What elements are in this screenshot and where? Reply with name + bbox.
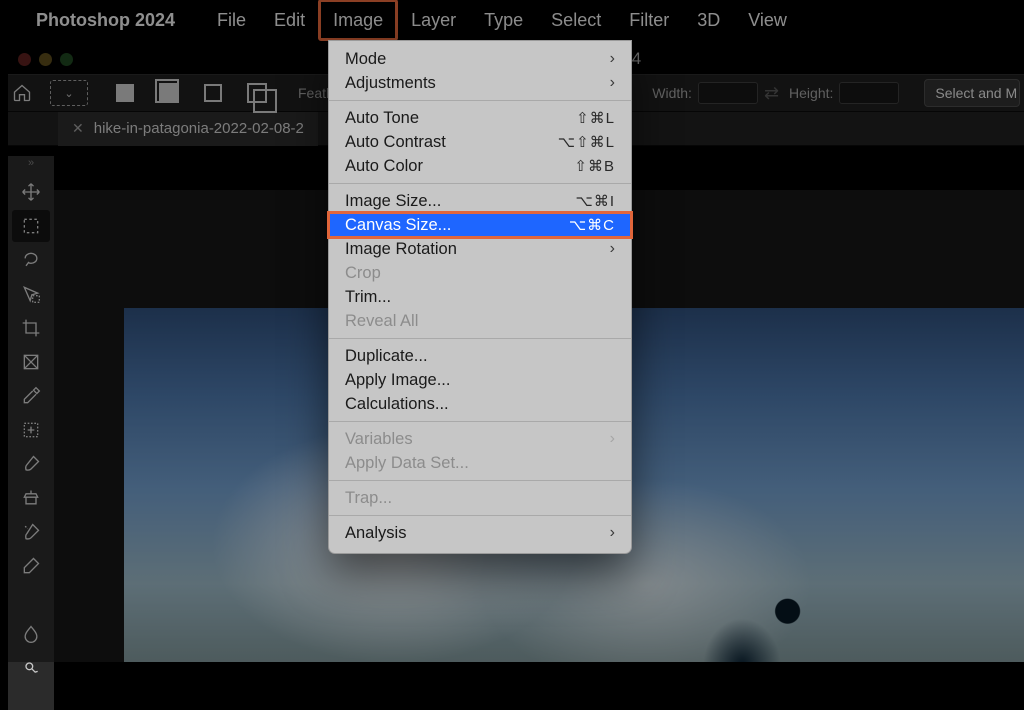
menu-separator [329, 421, 631, 422]
menu-separator [329, 100, 631, 101]
mac-menu-filter[interactable]: Filter [615, 0, 683, 40]
menu-separator [329, 338, 631, 339]
menu-item-auto-color[interactable]: Auto Color ⇧⌘B [329, 154, 631, 178]
width-label: Width: [652, 85, 692, 101]
eraser-tool[interactable] [12, 550, 50, 582]
menu-item-label: Mode [345, 50, 386, 69]
eyedropper-tool[interactable] [12, 380, 50, 412]
menu-item-trim[interactable]: Trim... [329, 285, 631, 309]
mac-menu-edit[interactable]: Edit [260, 0, 319, 40]
menu-item-auto-tone[interactable]: Auto Tone ⇧⌘L [329, 106, 631, 130]
menu-item-label: Crop [345, 264, 381, 283]
menu-item-label: Variables [345, 430, 413, 449]
document-tab[interactable]: ✕ hike-in-patagonia-2022-02-08-2 [58, 112, 318, 146]
select-and-mask-button[interactable]: Select and M [924, 79, 1020, 107]
menu-item-label: Image Rotation [345, 240, 457, 259]
menu-item-shortcut: ⇧⌘L [576, 109, 615, 127]
add-to-selection-button[interactable] [150, 78, 188, 108]
window-traffic-lights [18, 53, 73, 66]
menu-item-image-size[interactable]: Image Size... ⌥⌘I [329, 189, 631, 213]
clone-stamp-tool[interactable] [12, 482, 50, 514]
crop-tool[interactable] [12, 312, 50, 344]
width-field: Width: [648, 82, 758, 104]
menu-item-label: Apply Image... [345, 371, 450, 390]
tools-collapse-handle[interactable] [8, 156, 54, 170]
menu-item-label: Trap... [345, 489, 392, 508]
menu-item-label: Adjustments [345, 74, 436, 93]
menu-separator [329, 515, 631, 516]
menu-separator [329, 183, 631, 184]
menu-item-shortcut: ⌥⇧⌘L [558, 133, 615, 151]
menu-item-shortcut: ⌥⌘C [569, 216, 615, 234]
blur-tool[interactable] [12, 618, 50, 650]
image-menu-dropdown: Mode Adjustments Auto Tone ⇧⌘L Auto Contrast… [328, 40, 632, 554]
menu-item-label: Trim... [345, 288, 391, 307]
close-window-button[interactable] [18, 53, 31, 66]
move-tool[interactable] [12, 176, 50, 208]
menu-item-label: Apply Data Set... [345, 454, 469, 473]
selection-boolean-group [106, 78, 276, 108]
menu-item-reveal-all: Reveal All [329, 309, 631, 333]
swap-dimensions-button[interactable]: ⇄ [764, 83, 779, 104]
brush-tool[interactable] [12, 448, 50, 480]
mac-menu-image[interactable]: Image [319, 0, 397, 40]
menu-item-canvas-size[interactable]: Canvas Size... ⌥⌘C [329, 213, 631, 237]
menu-item-adjustments[interactable]: Adjustments [329, 71, 631, 95]
menu-item-mode[interactable]: Mode [329, 47, 631, 71]
menu-item-image-rotation[interactable]: Image Rotation [329, 237, 631, 261]
app-title: Photoshop 2024 [36, 10, 175, 31]
menu-item-label: Analysis [345, 524, 406, 543]
mac-menu-type[interactable]: Type [470, 0, 537, 40]
home-button[interactable] [12, 78, 32, 108]
quick-select-tool[interactable] [12, 278, 50, 310]
zoom-window-button[interactable] [60, 53, 73, 66]
dodge-tool[interactable] [12, 652, 50, 684]
mac-menu-file[interactable]: File [203, 0, 260, 40]
menu-item-duplicate[interactable]: Duplicate... [329, 344, 631, 368]
mac-menubar: Photoshop 2024 FileEditImageLayerTypeSel… [0, 0, 1024, 40]
frame-tool[interactable] [12, 346, 50, 378]
menu-item-crop: Crop [329, 261, 631, 285]
menu-item-analysis[interactable]: Analysis [329, 521, 631, 545]
lasso-tool[interactable] [12, 244, 50, 276]
minimize-window-button[interactable] [39, 53, 52, 66]
new-selection-button[interactable] [106, 78, 144, 108]
healing-brush-tool[interactable] [12, 414, 50, 446]
subtract-selection-button[interactable] [194, 78, 232, 108]
menu-item-label: Duplicate... [345, 347, 428, 366]
menu-item-trap: Trap... [329, 486, 631, 510]
menu-item-label: Image Size... [345, 192, 441, 211]
selection-mode-dropdown[interactable]: ⌄ [50, 78, 88, 108]
menu-item-apply-image[interactable]: Apply Image... [329, 368, 631, 392]
menu-item-label: Calculations... [345, 395, 449, 414]
height-field: Height: [785, 82, 899, 104]
marquee-tool[interactable] [12, 210, 50, 242]
menu-item-calculations[interactable]: Calculations... [329, 392, 631, 416]
mac-menu-view[interactable]: View [734, 0, 801, 40]
menu-separator [329, 480, 631, 481]
history-brush-tool[interactable] [12, 516, 50, 548]
menu-item-apply-data-set: Apply Data Set... [329, 451, 631, 475]
mac-menu-layer[interactable]: Layer [397, 0, 470, 40]
document-tab-label: hike-in-patagonia-2022-02-08-2 [94, 120, 304, 137]
canvas-image-subject [694, 598, 814, 662]
menu-item-label: Auto Color [345, 157, 423, 176]
menu-item-auto-contrast[interactable]: Auto Contrast ⌥⇧⌘L [329, 130, 631, 154]
menu-item-label: Auto Tone [345, 109, 419, 128]
height-label: Height: [789, 85, 833, 101]
menu-item-variables: Variables [329, 427, 631, 451]
menu-item-label: Auto Contrast [345, 133, 446, 152]
height-input[interactable] [839, 82, 899, 104]
mac-menu-3d[interactable]: 3D [683, 0, 734, 40]
menu-item-shortcut: ⌥⌘I [576, 192, 615, 210]
menu-item-label: Canvas Size... [345, 216, 451, 235]
close-tab-icon[interactable]: ✕ [72, 120, 84, 137]
mac-menu-select[interactable]: Select [537, 0, 615, 40]
width-input[interactable] [698, 82, 758, 104]
menu-item-shortcut: ⇧⌘B [574, 157, 615, 175]
tools-panel [8, 170, 54, 710]
gradient-tool[interactable] [12, 584, 50, 616]
intersect-selection-button[interactable] [238, 78, 276, 108]
menu-item-label: Reveal All [345, 312, 418, 331]
